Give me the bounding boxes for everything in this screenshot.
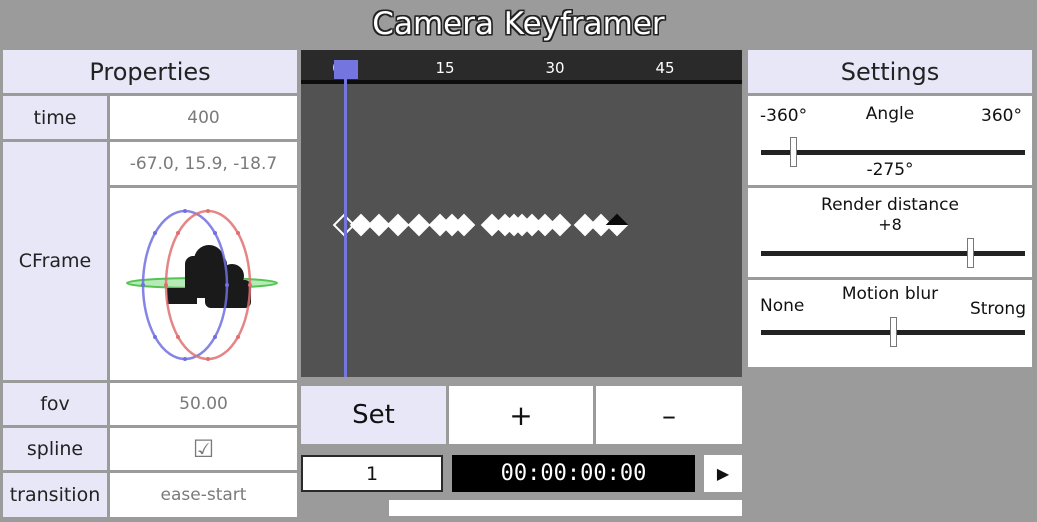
transition-label: transition: [3, 473, 107, 517]
play-icon: ▶: [716, 464, 730, 483]
render-distance-label: Render distance: [821, 195, 959, 215]
angle-setting: -360° Angle 360° -275°: [748, 96, 1032, 185]
timeline-ruler[interactable]: 0 15 30 45: [301, 50, 742, 80]
spline-label: spline: [3, 428, 107, 470]
cframe-label: CFrame: [3, 142, 107, 380]
time-field[interactable]: 400: [110, 96, 297, 139]
playhead-line[interactable]: [344, 78, 347, 377]
ruler-tick-15: 15: [435, 59, 455, 77]
ruler-tick-45: 45: [655, 59, 675, 77]
render-distance-setting: Render distance +8: [748, 188, 1032, 277]
keyframe-marker[interactable]: [386, 213, 410, 237]
properties-header: Properties: [3, 50, 297, 93]
ruler-baseline: [301, 80, 742, 84]
settings-panel: Settings -360° Angle 360° -275° Render d…: [748, 50, 1032, 367]
render-distance-value: +8: [878, 215, 902, 234]
transition-dropdown[interactable]: ease-start: [110, 473, 297, 517]
keyframe-marker[interactable]: [407, 213, 431, 237]
render-distance-slider-knob[interactable]: [966, 238, 974, 268]
keyframe-marker-selected[interactable]: [605, 213, 629, 237]
motion-blur-max-label: Strong: [969, 299, 1026, 319]
fov-label: fov: [3, 383, 107, 425]
set-keyframe-button[interactable]: Set: [301, 386, 446, 444]
cframe-field[interactable]: -67.0, 15.9, -18.7: [110, 142, 297, 185]
play-button[interactable]: ▶: [704, 455, 742, 492]
add-keyframe-button[interactable]: +: [449, 386, 593, 444]
angle-max-label: 360°: [981, 106, 1022, 126]
timeline-area[interactable]: 0 15 30 45: [301, 50, 742, 377]
angle-value: -275°: [866, 160, 914, 180]
keyframe-marker[interactable]: [548, 213, 572, 237]
progress-fill: [301, 500, 390, 516]
angle-slider-track[interactable]: [761, 150, 1025, 155]
camera-gizmo-icon: [126, 209, 278, 361]
render-distance-slider-track[interactable]: [761, 251, 1025, 256]
settings-header: Settings: [748, 50, 1032, 93]
time-label: time: [3, 96, 107, 139]
window-title: Camera Keyframer: [372, 6, 665, 42]
properties-panel: Properties time 400 CFrame -67.0, 15.9, …: [3, 50, 297, 517]
spline-checkbox[interactable]: ☑: [110, 428, 297, 470]
fov-field[interactable]: 50.00: [110, 383, 297, 425]
remove-keyframe-button[interactable]: –: [596, 386, 742, 444]
frame-input[interactable]: 1: [301, 455, 443, 492]
motion-blur-setting: None Motion blur Strong: [748, 280, 1032, 367]
playback-progress-bar[interactable]: [301, 500, 742, 516]
cframe-gizmo-preview[interactable]: [110, 188, 297, 380]
ruler-tick-30: 30: [545, 59, 565, 77]
playhead-handle[interactable]: [334, 60, 358, 79]
timecode-display: 00:00:00:00: [452, 455, 695, 492]
motion-blur-slider-knob[interactable]: [890, 317, 897, 347]
